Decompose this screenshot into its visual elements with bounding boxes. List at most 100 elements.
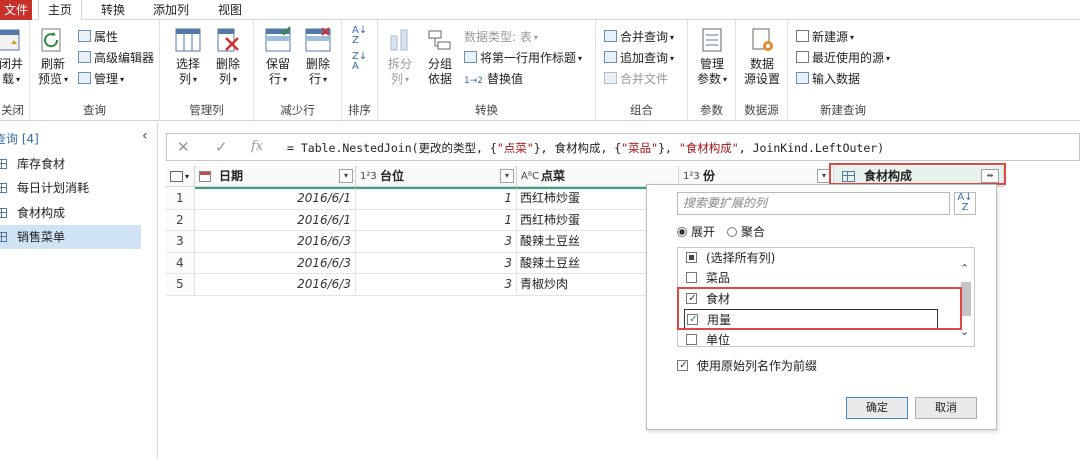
group-close: 闭并 载 ▾ 关闭 [0, 20, 30, 121]
append-queries-icon [604, 51, 617, 63]
column-item-unit[interactable]: 单位 [686, 330, 730, 350]
query-item[interactable]: 库存食材 [0, 152, 141, 176]
refresh-preview-button[interactable]: 刷新 预览 ▾ [36, 26, 70, 87]
cancel-button[interactable]: 取消 [915, 397, 977, 419]
new-source-icon [796, 30, 809, 42]
recent-sources-icon [796, 51, 809, 63]
remove-columns-button[interactable]: 删除 列 ▾ [210, 26, 246, 87]
collapse-pane-icon[interactable]: ‹ [142, 128, 148, 144]
group-new-query: 新建源 ▾ 最近使用的源 ▾ 输入数据 新建查询 [788, 20, 898, 121]
select-all-columns-item[interactable]: (选择所有列) [686, 248, 775, 268]
sort-az-icon[interactable]: A↓ Z [954, 192, 976, 215]
use-prefix-checkbox[interactable]: 使用原始列名作为前缀 [677, 357, 817, 374]
split-column-icon [386, 26, 414, 54]
keep-rows-icon [264, 26, 292, 54]
sort-ascending-button[interactable]: A↓ Z [352, 25, 368, 46]
remove-rows-icon [304, 26, 332, 54]
group-transform: 拆分 列 ▾ 分组 依据 数据类型: 表 ▾ 将第一行用作标题 ▾ 1→2 替换值 转换 [378, 20, 596, 121]
scroll-up-icon[interactable]: ⌃ [960, 262, 969, 275]
refresh-icon [39, 26, 67, 54]
highlight-box [677, 287, 962, 330]
tab-file[interactable]: 文件 [0, 0, 32, 20]
replace-values-icon: 1→2 [464, 76, 483, 86]
queries-header[interactable]: 查询 [4] [0, 130, 39, 147]
fx-icon[interactable]: fx [251, 139, 263, 154]
table-options-corner[interactable]: ▾ [166, 166, 195, 187]
cancel-formula-icon[interactable]: ✕ [177, 138, 190, 156]
split-column-button[interactable]: 拆分 列 ▾ [382, 26, 418, 87]
tab-view[interactable]: 视图 [210, 0, 250, 20]
checkbox-icon [686, 334, 697, 345]
enter-data-button[interactable]: 输入数据 [796, 70, 860, 88]
sort-descending-button[interactable]: Z↓ A [352, 51, 368, 72]
group-parameters: 管理 参数 ▾ 参数 [688, 20, 736, 121]
advanced-editor-button[interactable]: 高级编辑器 [78, 49, 154, 67]
group-by-button[interactable]: 分组 依据 [422, 26, 458, 87]
sort-ascending-icon: A↓ Z [352, 25, 368, 46]
tab-add-column[interactable]: 添加列 [142, 0, 200, 20]
query-item-selected[interactable]: 销售菜单 [0, 225, 141, 249]
filter-dropdown-icon[interactable]: ▾ [339, 169, 353, 183]
data-type-dropdown[interactable]: 数据类型: 表 ▾ [464, 28, 538, 46]
merge-queries-button[interactable]: 合并查询 ▾ [604, 28, 674, 46]
replace-values-button[interactable]: 1→2 替换值 [464, 70, 523, 88]
ribbon-tabbar: 文件 主页 转换 添加列 视图 [0, 0, 1080, 21]
advanced-editor-icon [78, 51, 91, 63]
table-icon [0, 183, 7, 193]
properties-icon [78, 30, 91, 42]
manage-query-button[interactable]: 管理 ▾ [78, 70, 124, 88]
remove-columns-icon [214, 26, 242, 54]
new-source-button[interactable]: 新建源 ▾ [796, 28, 854, 46]
checkbox-checked-icon [677, 360, 689, 371]
mode-expand-radio[interactable]: 展开 [677, 223, 715, 240]
checkbox-icon [686, 272, 697, 283]
tab-transform[interactable]: 转换 [92, 0, 134, 20]
use-first-row-as-headers-button[interactable]: 将第一行用作标题 ▾ [464, 49, 582, 67]
combine-files-icon [604, 72, 617, 84]
number-type-icon: 1²3 [360, 171, 377, 182]
table-icon [0, 208, 7, 218]
confirm-formula-icon[interactable]: ✓ [215, 138, 228, 156]
column-header-table-number[interactable]: 1²3 台位 ▾ [356, 166, 517, 187]
query-item[interactable]: 每日计划消耗 [0, 176, 141, 200]
keep-rows-button[interactable]: 保留 行 ▾ [260, 26, 296, 87]
checkbox-partial-icon [686, 252, 697, 263]
table-icon [170, 171, 183, 182]
column-search-input[interactable]: 搜索要扩展的列 [677, 192, 950, 215]
query-item[interactable]: 食材构成 [0, 201, 141, 225]
group-combine: 合并查询 ▾ 追加查询 ▾ 合并文件 组合 [596, 20, 688, 121]
recent-sources-button[interactable]: 最近使用的源 ▾ [796, 49, 890, 67]
properties-button[interactable]: 属性 [78, 28, 118, 46]
first-row-header-icon [464, 51, 477, 63]
close-apply-icon [0, 26, 25, 54]
data-source-settings-button[interactable]: 数据 源设置 [742, 26, 782, 87]
highlight-box [829, 163, 1006, 185]
sort-descending-icon: Z↓ A [352, 51, 368, 72]
group-data-sources: 数据 源设置 数据源 [736, 20, 788, 121]
group-sort: A↓ Z Z↓ A 排序 [342, 20, 378, 121]
merge-queries-icon [604, 30, 617, 42]
table-icon [0, 159, 7, 169]
ok-button[interactable]: 确定 [846, 397, 908, 419]
ribbon: 闭并 载 ▾ 关闭 刷新 预览 ▾ 属性 高级编辑器 管理 ▾ 查询 选择 列 ▾ [0, 20, 1080, 121]
group-by-icon [426, 26, 454, 54]
tab-home[interactable]: 主页 [38, 0, 82, 21]
close-apply-button[interactable]: 闭并 载 ▾ [0, 26, 28, 87]
formula-bar: ✕ ✓ fx = Table.NestedJoin(更改的类型, {"点菜"},… [166, 133, 1080, 161]
choose-columns-icon [174, 26, 202, 54]
choose-columns-button[interactable]: 选择 列 ▾ [170, 26, 206, 87]
append-queries-button[interactable]: 追加查询 ▾ [604, 49, 674, 67]
combine-files-button[interactable]: 合并文件 [604, 70, 668, 88]
manage-parameters-button[interactable]: 管理 参数 ▾ [692, 26, 732, 87]
remove-rows-button[interactable]: 删除 行 ▾ [300, 26, 336, 87]
formula-text[interactable]: = Table.NestedJoin(更改的类型, {"点菜"}, 食材构成, … [287, 140, 884, 156]
filter-dropdown-icon[interactable]: ▾ [500, 169, 514, 183]
column-item-dish[interactable]: 菜品 [686, 268, 730, 288]
calendar-type-icon [199, 171, 211, 182]
scroll-thumb[interactable] [961, 282, 971, 316]
data-source-settings-icon [748, 26, 776, 54]
column-header-date[interactable]: 日期 ▾ [195, 166, 356, 187]
enter-data-icon [796, 72, 809, 84]
mode-aggregate-radio[interactable]: 聚合 [727, 223, 765, 240]
queries-pane: 查询 [4] ‹ 库存食材 每日计划消耗 食材构成 销售菜单 [0, 122, 158, 459]
